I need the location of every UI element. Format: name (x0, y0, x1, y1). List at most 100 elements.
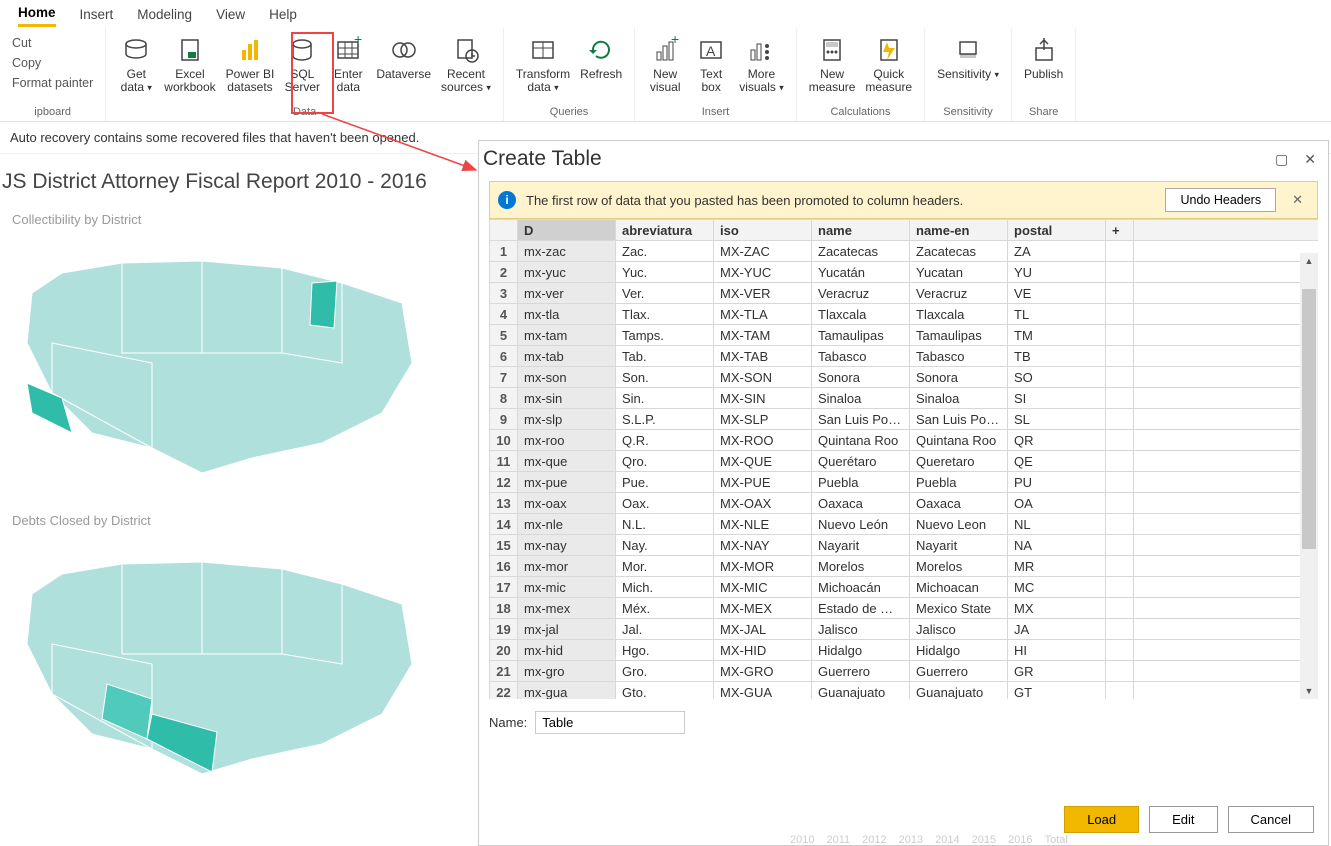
cell[interactable]: Guanajuato (910, 682, 1008, 700)
cell[interactable]: Tlax. (616, 304, 714, 325)
cell[interactable]: Tamaulipas (910, 325, 1008, 346)
table-row[interactable]: 9mx-slpS.L.P.MX-SLPSan Luis PotosíSan Lu… (490, 409, 1319, 430)
cell[interactable]: Oax. (616, 493, 714, 514)
vertical-scrollbar[interactable]: ▲ ▼ (1300, 253, 1318, 699)
cell[interactable]: MX-HID (714, 640, 812, 661)
row-number[interactable]: 2 (490, 262, 518, 283)
row-number[interactable]: 17 (490, 577, 518, 598)
cell[interactable]: mx-mic (518, 577, 616, 598)
cell[interactable]: PU (1008, 472, 1106, 493)
cell[interactable]: Q.R. (616, 430, 714, 451)
cell[interactable]: Ver. (616, 283, 714, 304)
cell[interactable]: GR (1008, 661, 1106, 682)
cell[interactable]: Nay. (616, 535, 714, 556)
cell[interactable]: mx-yuc (518, 262, 616, 283)
close-icon[interactable]: ✕ (1304, 151, 1316, 168)
data-table[interactable]: Dabreviaturaisonamename-enpostal+ 1mx-za… (489, 219, 1318, 699)
cell[interactable]: mx-que (518, 451, 616, 472)
cell[interactable]: Jalisco (812, 619, 910, 640)
cell[interactable]: Gto. (616, 682, 714, 700)
cell[interactable]: MX-TAM (714, 325, 812, 346)
row-number[interactable]: 21 (490, 661, 518, 682)
row-number[interactable]: 8 (490, 388, 518, 409)
cell[interactable]: Nuevo León (812, 514, 910, 535)
cell[interactable]: Jal. (616, 619, 714, 640)
load-button[interactable]: Load (1064, 806, 1139, 833)
new-measure-button[interactable]: Newmeasure (805, 32, 860, 96)
row-number[interactable]: 4 (490, 304, 518, 325)
table-row[interactable]: 16mx-morMor.MX-MORMorelosMorelosMR (490, 556, 1319, 577)
excel-workbook-button[interactable]: Excelworkbook (160, 32, 219, 96)
row-number[interactable]: 15 (490, 535, 518, 556)
table-row[interactable]: 7mx-sonSon.MX-SONSonoraSonoraSO (490, 367, 1319, 388)
get-data-button[interactable]: Getdata ▾ (114, 32, 158, 96)
cell[interactable]: MX-GRO (714, 661, 812, 682)
cell[interactable]: mx-roo (518, 430, 616, 451)
cell[interactable]: Sinaloa (812, 388, 910, 409)
cell[interactable]: S.L.P. (616, 409, 714, 430)
cell[interactable]: Nayarit (812, 535, 910, 556)
row-number[interactable]: 19 (490, 619, 518, 640)
row-number[interactable]: 3 (490, 283, 518, 304)
cell[interactable]: GT (1008, 682, 1106, 700)
cell[interactable]: MX-TAB (714, 346, 812, 367)
cell[interactable]: Quintana Roo (910, 430, 1008, 451)
map-visual-1[interactable] (2, 233, 432, 483)
cell[interactable]: MX-SIN (714, 388, 812, 409)
corner-cell[interactable] (490, 220, 518, 241)
cell[interactable]: TB (1008, 346, 1106, 367)
refresh-button[interactable]: Refresh (576, 32, 626, 83)
cell[interactable]: Guanajuato (812, 682, 910, 700)
row-number[interactable]: 5 (490, 325, 518, 346)
cell[interactable]: Estado de Méxi... (812, 598, 910, 619)
cell[interactable]: Puebla (812, 472, 910, 493)
cell[interactable]: MX-ROO (714, 430, 812, 451)
cell[interactable]: N.L. (616, 514, 714, 535)
cell[interactable]: Quintana Roo (812, 430, 910, 451)
table-row[interactable]: 18mx-mexMéx.MX-MEXEstado de Méxi...Mexic… (490, 598, 1319, 619)
cell[interactable]: Guerrero (812, 661, 910, 682)
cell[interactable]: MX-SLP (714, 409, 812, 430)
table-name-input[interactable] (535, 711, 685, 734)
cell[interactable]: Sonora (910, 367, 1008, 388)
table-row[interactable]: 17mx-micMich.MX-MICMichoacánMichoacanMC (490, 577, 1319, 598)
copy-button[interactable]: Copy (12, 54, 93, 72)
row-number[interactable]: 6 (490, 346, 518, 367)
cell[interactable]: Gro. (616, 661, 714, 682)
tab-home[interactable]: Home (18, 1, 56, 27)
cell[interactable]: MX-MOR (714, 556, 812, 577)
new-visual-button[interactable]: +Newvisual (643, 32, 687, 96)
cell[interactable]: Tabasco (812, 346, 910, 367)
tab-insert[interactable]: Insert (80, 3, 114, 26)
cell[interactable]: Yucatan (910, 262, 1008, 283)
sensitivity-button[interactable]: Sensitivity ▾ (933, 32, 1003, 83)
scrollbar-thumb[interactable] (1302, 289, 1316, 549)
row-number[interactable]: 11 (490, 451, 518, 472)
row-number[interactable]: 14 (490, 514, 518, 535)
dataverse-button[interactable]: Dataverse (372, 32, 435, 83)
cell[interactable]: MX-MEX (714, 598, 812, 619)
cell[interactable]: MX-YUC (714, 262, 812, 283)
infobar-close-icon[interactable]: ✕ (1286, 192, 1309, 208)
cell[interactable]: SO (1008, 367, 1106, 388)
cell[interactable]: Mor. (616, 556, 714, 577)
cell[interactable]: TL (1008, 304, 1106, 325)
cell[interactable]: SI (1008, 388, 1106, 409)
cell[interactable]: mx-hid (518, 640, 616, 661)
cell[interactable]: Morelos (910, 556, 1008, 577)
cell[interactable]: OA (1008, 493, 1106, 514)
cell[interactable]: mx-ver (518, 283, 616, 304)
cell[interactable]: Queretaro (910, 451, 1008, 472)
undo-headers-button[interactable]: Undo Headers (1165, 188, 1276, 212)
cell[interactable]: mx-mex (518, 598, 616, 619)
column-header[interactable]: abreviatura (616, 220, 714, 241)
cell[interactable]: Sinaloa (910, 388, 1008, 409)
cell[interactable]: Michoacan (910, 577, 1008, 598)
column-header[interactable]: postal (1008, 220, 1106, 241)
table-row[interactable]: 3mx-verVer.MX-VERVeracruzVeracruzVE (490, 283, 1319, 304)
cell[interactable]: MX-JAL (714, 619, 812, 640)
format-painter-button[interactable]: Format painter (12, 74, 93, 92)
cell[interactable]: mx-slp (518, 409, 616, 430)
cell[interactable]: Tab. (616, 346, 714, 367)
tab-help[interactable]: Help (269, 3, 297, 26)
